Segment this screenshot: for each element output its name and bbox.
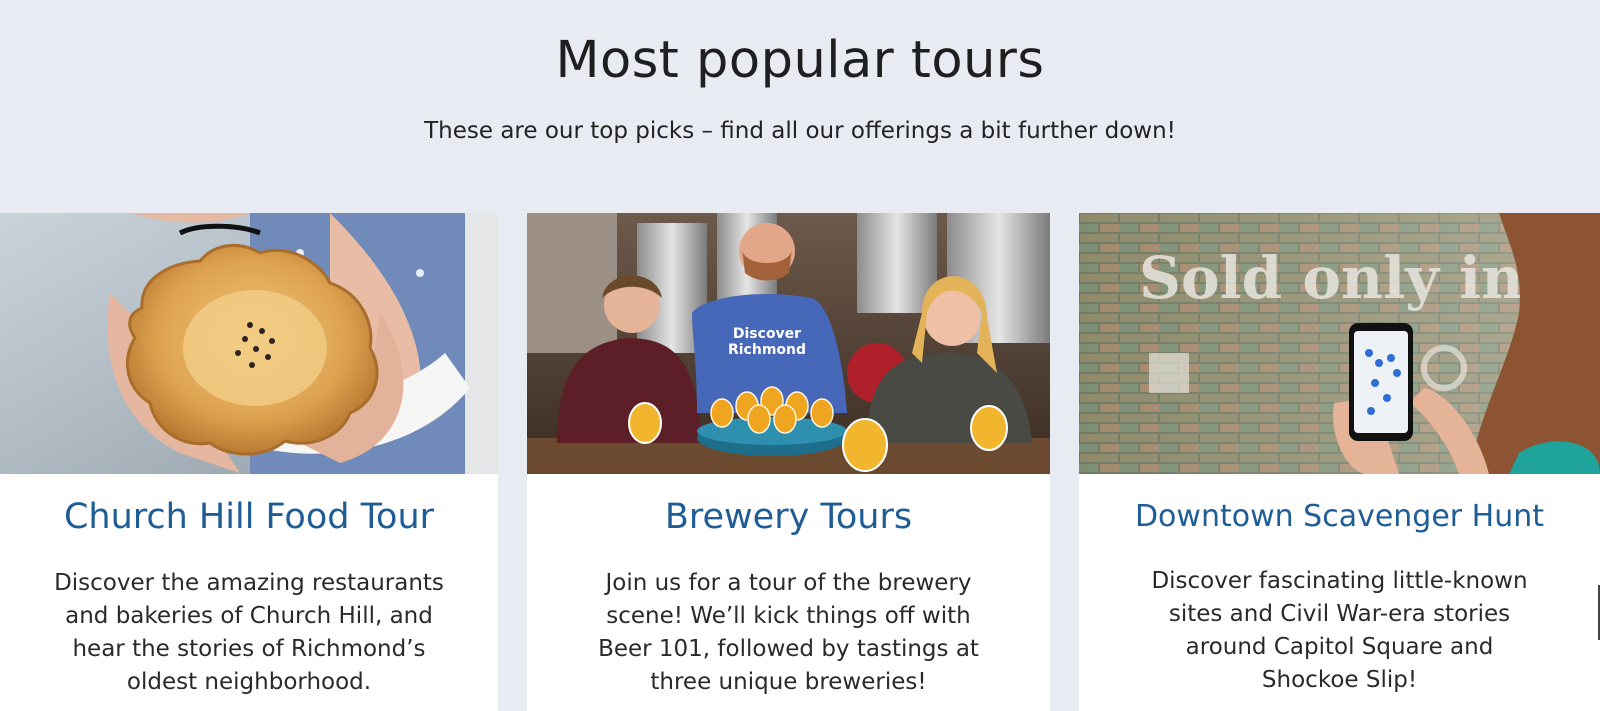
description-line: sites and Civil War-era stories — [1168, 601, 1511, 627]
card-description: Discover the amazing restaurants and bak… — [18, 567, 480, 699]
section-subtitle: These are our top picks – find all our o… — [424, 118, 1176, 144]
food-pie-photo[interactable] — [0, 213, 498, 474]
shirt-logo-text: Discover — [733, 326, 801, 342]
description-line: scene! We’ll kick things off with — [606, 603, 971, 629]
description-line: and bakeries of Church Hill, and — [65, 603, 433, 629]
tour-card-brewery[interactable]: Discover Richmond Brewery Tours Join us … — [527, 213, 1050, 711]
card-description: Join us for a tour of the brewery scene!… — [545, 567, 1032, 699]
card-title[interactable]: Brewery Tours — [527, 495, 1050, 539]
description-line: Discover the amazing restaurants — [54, 570, 444, 596]
tour-card-church-hill[interactable]: Church Hill Food Tour Discover the amazi… — [0, 213, 498, 711]
section-title: Most popular tours — [555, 31, 1045, 90]
tour-card-scavenger-hunt[interactable]: Sold only in Packa Downtown Scavenger Hu… — [1079, 213, 1600, 711]
description-line: Discover fascinating little-known — [1151, 568, 1528, 594]
description-line: oldest neighborhood. — [126, 669, 372, 695]
card-title[interactable]: Church Hill Food Tour — [0, 495, 498, 539]
brewery-tasting-photo[interactable]: Discover Richmond — [527, 213, 1050, 474]
description-line: hear the stories of Richmond’s — [72, 636, 426, 662]
description-line: around Capitol Square and — [1185, 634, 1494, 660]
card-title[interactable]: Downtown Scavenger Hunt — [1079, 495, 1600, 539]
card-description: Discover fascinating little-known sites … — [1097, 565, 1582, 697]
scavenger-hunt-phone-photo[interactable]: Sold only in Packa — [1079, 213, 1600, 474]
description-line: three unique breweries! — [650, 669, 927, 695]
description-line: Beer 101, followed by tastings at — [598, 636, 979, 662]
description-line: Join us for a tour of the brewery — [605, 570, 972, 596]
shirt-logo-text: Richmond — [728, 342, 806, 358]
description-line: Shockoe Slip! — [1261, 667, 1418, 693]
